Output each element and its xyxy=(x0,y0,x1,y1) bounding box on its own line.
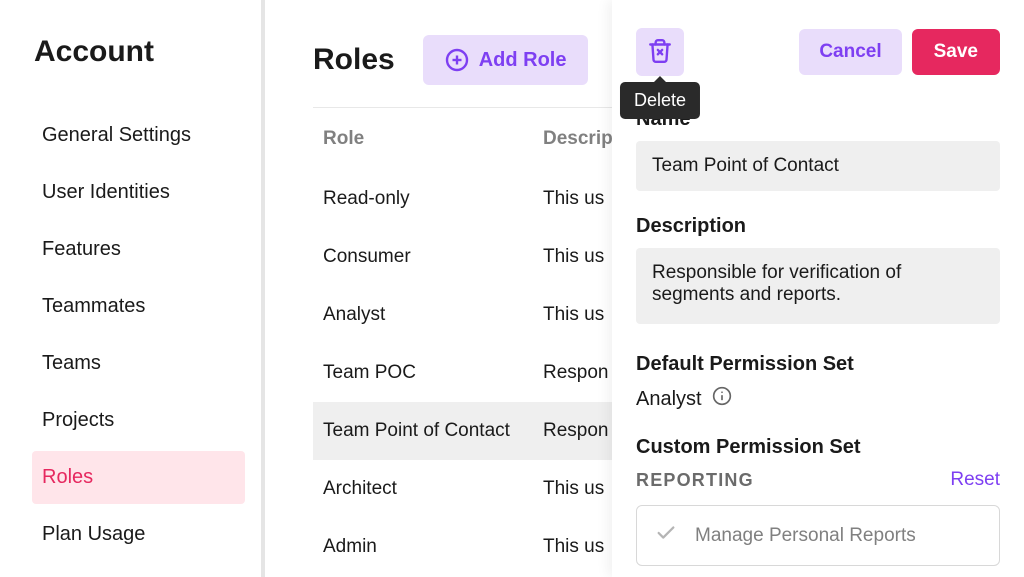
sidebar-item-general-settings[interactable]: General Settings xyxy=(32,109,245,162)
section-header-reporting: REPORTING Reset xyxy=(636,469,1000,491)
add-role-label: Add Role xyxy=(479,49,567,72)
delete-button[interactable]: Delete xyxy=(636,28,684,76)
section-reporting-label: REPORTING xyxy=(636,470,754,491)
sidebar: Account General Settings User Identities… xyxy=(0,0,265,577)
info-icon[interactable] xyxy=(712,386,732,412)
panel-actions: Cancel Save xyxy=(799,29,1000,75)
permission-list: Manage Personal Reports xyxy=(636,505,1000,566)
name-input[interactable] xyxy=(636,141,1000,191)
reset-link[interactable]: Reset xyxy=(950,469,1000,491)
panel-body: Name Description Default Permission Set … xyxy=(636,108,1000,566)
sidebar-title: Account xyxy=(34,35,245,69)
custom-perm-label: Custom Permission Set xyxy=(636,436,1000,459)
panel-header: Delete Cancel Save xyxy=(636,28,1000,76)
col-role: Role xyxy=(313,108,533,171)
default-perm-value-row: Analyst xyxy=(636,386,1000,412)
permission-label: Manage Personal Reports xyxy=(695,525,916,547)
sidebar-item-plan-usage[interactable]: Plan Usage xyxy=(32,508,245,561)
check-icon xyxy=(655,522,677,549)
sidebar-item-user-identities[interactable]: User Identities xyxy=(32,166,245,219)
cancel-button[interactable]: Cancel xyxy=(799,29,901,75)
detail-panel: Delete Cancel Save Name Description Defa… xyxy=(612,0,1024,577)
sidebar-list: General Settings User Identities Feature… xyxy=(32,109,245,561)
sidebar-item-projects[interactable]: Projects xyxy=(32,394,245,447)
description-label: Description xyxy=(636,215,1000,238)
default-perm-label: Default Permission Set xyxy=(636,353,1000,376)
sidebar-item-roles[interactable]: Roles xyxy=(32,451,245,504)
page-title: Roles xyxy=(313,43,395,77)
default-perm-value: Analyst xyxy=(636,388,702,411)
trash-icon xyxy=(647,38,673,67)
plus-circle-icon xyxy=(445,48,469,72)
save-button[interactable]: Save xyxy=(912,29,1000,75)
description-input[interactable] xyxy=(636,248,1000,324)
sidebar-item-teams[interactable]: Teams xyxy=(32,337,245,390)
sidebar-item-teammates[interactable]: Teammates xyxy=(32,280,245,333)
add-role-button[interactable]: Add Role xyxy=(423,35,589,85)
sidebar-item-features[interactable]: Features xyxy=(32,223,245,276)
delete-tooltip: Delete xyxy=(620,82,700,119)
permission-item[interactable]: Manage Personal Reports xyxy=(637,506,999,565)
